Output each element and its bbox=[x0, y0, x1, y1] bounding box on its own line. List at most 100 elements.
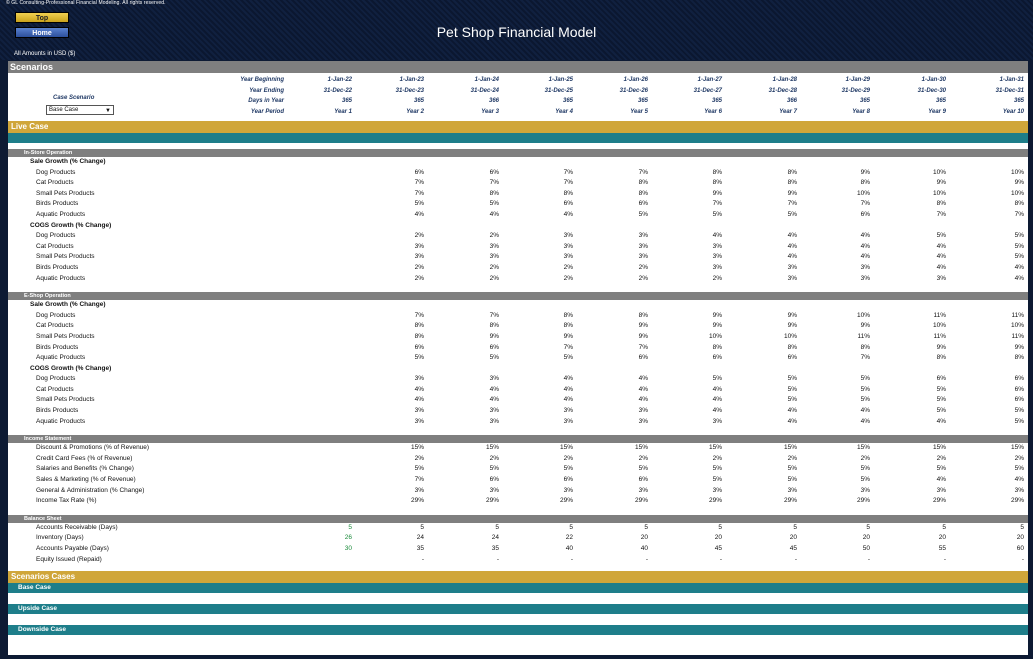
value-cell: 10% bbox=[856, 311, 870, 319]
value-cell: 6% bbox=[712, 354, 722, 362]
value-cell: 9% bbox=[638, 322, 648, 330]
case-bar[interactable]: Downside Case bbox=[8, 625, 1028, 636]
row-label: Birds Products bbox=[36, 343, 79, 351]
copyright-text: © GL Consulting-Professional Financial M… bbox=[6, 0, 166, 6]
value-cell: 15% bbox=[708, 444, 722, 452]
row-label: Aquatic Products bbox=[36, 274, 86, 282]
value-cell: 8% bbox=[787, 179, 797, 187]
date-header-cell: 365 bbox=[413, 98, 424, 104]
input-cell[interactable]: 26 bbox=[302, 533, 352, 544]
input-cell[interactable]: 5 bbox=[302, 523, 352, 534]
value-cell: 2% bbox=[638, 263, 648, 271]
value-cell: 22 bbox=[565, 534, 573, 542]
row-label: Small Pets Products bbox=[36, 332, 95, 340]
date-header-cell: Year 2 bbox=[406, 108, 424, 115]
value-cell: 2% bbox=[860, 454, 870, 462]
table-row: Cat Products 8% 8% 8% 9% 9% 9% 9% 10% 10% bbox=[8, 321, 1028, 332]
value-cell: 10% bbox=[783, 332, 797, 340]
value-cell: 20 bbox=[789, 534, 797, 542]
value-cell: 4% bbox=[936, 253, 946, 261]
value-cell: 7% bbox=[860, 200, 870, 208]
value-cell: 9% bbox=[1014, 179, 1024, 187]
value-cell: 3% bbox=[638, 486, 648, 494]
date-header-cell: 31-Dec-31 bbox=[995, 87, 1024, 94]
table-row: Accounts Payable (Days) 30 35 35 40 40 45 45 50 5… bbox=[8, 544, 1028, 555]
value-cell: 6% bbox=[638, 354, 648, 362]
value-cell: 2% bbox=[936, 454, 946, 462]
table-row: Birds Products 5% 5% 6% 6% 7% 7% 7% 8% 8% bbox=[8, 199, 1028, 210]
section-header: Income Statement bbox=[8, 435, 1028, 444]
row-label: Equity Issued (Repaid) bbox=[36, 555, 102, 563]
value-cell: 7% bbox=[414, 179, 424, 187]
value-cell: 3% bbox=[712, 242, 722, 250]
case-bar[interactable]: Upside Case bbox=[8, 604, 1028, 615]
value-cell: 9% bbox=[489, 332, 499, 340]
date-header-block: Case Scenario Base Case ▼ Year Beginning… bbox=[8, 73, 1028, 121]
value-cell: 6% bbox=[563, 200, 573, 208]
input-cell[interactable]: 30 bbox=[302, 544, 352, 555]
value-cell: 8% bbox=[489, 322, 499, 330]
value-cell: 6% bbox=[787, 354, 797, 362]
value-cell: 45 bbox=[714, 545, 722, 552]
value-cell: 7% bbox=[563, 343, 573, 351]
units-label: All Amounts in USD ($) bbox=[14, 51, 76, 57]
case-bar[interactable]: Base Case bbox=[8, 583, 1028, 594]
value-cell: 10% bbox=[1010, 189, 1024, 197]
value-cell: 2% bbox=[489, 263, 499, 271]
value-cell: 5% bbox=[414, 465, 424, 473]
table-row: Sales & Marketing (% of Revenue) 7% 6% 6% 6%… bbox=[8, 475, 1028, 486]
value-cell: 5% bbox=[787, 396, 797, 404]
value-cell: 8% bbox=[638, 189, 648, 197]
value-cell: 3% bbox=[563, 253, 573, 261]
value-cell: 4% bbox=[563, 375, 573, 383]
value-cell: 8% bbox=[563, 311, 573, 319]
value-cell: 8% bbox=[712, 343, 722, 351]
value-cell: 4% bbox=[414, 210, 424, 218]
value-cell: 8% bbox=[936, 354, 946, 362]
value-cell: 5% bbox=[787, 465, 797, 473]
value-cell: 3% bbox=[563, 417, 573, 425]
value-cell: 5% bbox=[860, 385, 870, 393]
value-cell: 4% bbox=[414, 385, 424, 393]
value-cell: 4% bbox=[860, 417, 870, 425]
row-label: Inventory (Days) bbox=[36, 534, 84, 542]
section-header: E-Shop Operation bbox=[8, 292, 1028, 301]
value-cell: 4% bbox=[787, 253, 797, 261]
row-label: Income Tax Rate (%) bbox=[36, 497, 97, 505]
value-cell: 7% bbox=[936, 210, 946, 218]
value-cell: 20 bbox=[640, 534, 648, 542]
date-header-cell: Year 3 bbox=[481, 108, 499, 115]
date-header-cell: 31-Dec-29 bbox=[841, 87, 870, 94]
value-cell: 5% bbox=[860, 476, 870, 484]
value-cell: 10% bbox=[856, 189, 870, 197]
value-cell: 3% bbox=[414, 242, 424, 250]
value-cell: 29% bbox=[708, 497, 722, 505]
value-cell: 29% bbox=[485, 497, 499, 505]
case-spacer bbox=[8, 593, 1028, 605]
value-cell: 6% bbox=[563, 476, 573, 484]
value-cell: 40 bbox=[640, 545, 648, 552]
value-cell: 2% bbox=[638, 274, 648, 282]
value-cell: 8% bbox=[563, 322, 573, 330]
value-cell: 3% bbox=[638, 417, 648, 425]
value-cell: 7% bbox=[638, 168, 648, 176]
value-cell: 4% bbox=[638, 375, 648, 383]
table-row: Dog Products 6% 6% 7% 7% 8% 8% 9% 10% 10% bbox=[8, 168, 1028, 179]
value-cell: 8% bbox=[563, 189, 573, 197]
value-cell: 8% bbox=[860, 179, 870, 187]
value-cell: 3% bbox=[489, 242, 499, 250]
top-button[interactable]: Top bbox=[15, 12, 69, 23]
value-cell: 4% bbox=[1014, 274, 1024, 282]
scenarios-cases-bar: Scenarios Cases bbox=[8, 571, 1028, 584]
value-cell: 2% bbox=[563, 263, 573, 271]
value-cell: 15% bbox=[485, 444, 499, 452]
value-cell: 9% bbox=[787, 189, 797, 197]
value-cell: 40 bbox=[565, 545, 573, 552]
table-row: Cat Products 4% 4% 4% 4% 4% 5% 5% 5% 6% bbox=[8, 385, 1028, 396]
value-cell: 24 bbox=[491, 534, 499, 542]
date-header-cell: 31-Dec-26 bbox=[619, 87, 648, 94]
value-cell: 3% bbox=[414, 253, 424, 261]
date-header-cell: 365 bbox=[1013, 98, 1024, 104]
date-header-cell: 1-Jan-25 bbox=[548, 77, 573, 83]
